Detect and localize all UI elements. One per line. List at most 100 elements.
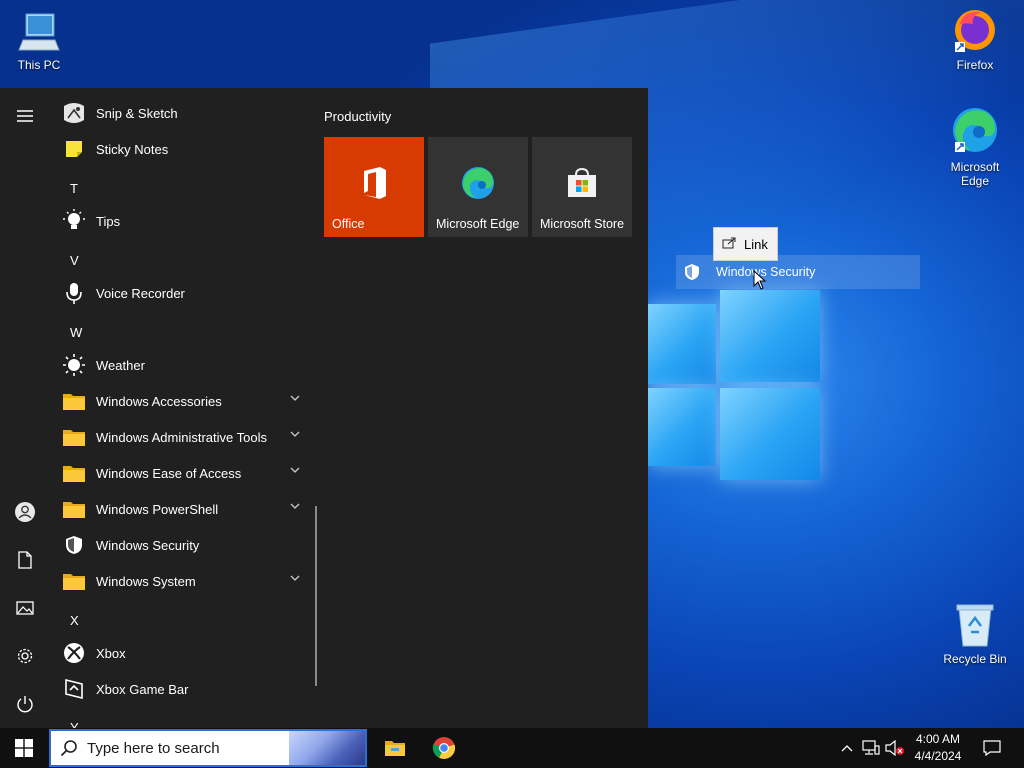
tiles-group-title[interactable]: Productivity — [324, 109, 391, 124]
section-letter-t[interactable]: T — [70, 181, 78, 196]
sticky-notes-icon — [62, 137, 86, 161]
snip-sketch-icon — [62, 101, 86, 125]
search-placeholder: Type here to search — [87, 739, 220, 757]
user-icon — [15, 502, 35, 522]
search-icon — [51, 739, 87, 757]
section-letter-w[interactable]: W — [70, 325, 82, 340]
xbox-game-bar-icon — [62, 677, 86, 701]
app-item-weather[interactable]: Weather — [62, 348, 312, 382]
desktop-icon-label: Firefox — [956, 58, 994, 72]
app-item-snip-sketch[interactable]: Snip & Sketch — [62, 96, 312, 130]
app-item-windows-security[interactable]: Windows Security — [62, 528, 312, 562]
power-button[interactable] — [0, 684, 50, 724]
desktop-icon-this-pc[interactable]: This PC — [3, 10, 75, 72]
tips-icon — [62, 209, 86, 233]
shield-icon — [62, 533, 86, 557]
edge-icon — [953, 108, 997, 152]
desktop-icon-recycle-bin[interactable]: Recycle Bin — [939, 602, 1011, 666]
app-item-windows-system[interactable]: Windows System — [62, 564, 312, 598]
app-item-sticky-notes[interactable]: Sticky Notes — [62, 132, 312, 166]
desktop-icon-label: This PC — [17, 58, 61, 72]
chevron-down-icon — [290, 575, 300, 581]
taskbar-chrome[interactable] — [420, 728, 468, 768]
desktop-icon-label: Microsoft Edge — [950, 160, 1000, 188]
start-menu-rail — [0, 88, 50, 728]
app-item-label: Windows Security — [96, 537, 200, 553]
chrome-icon — [432, 737, 456, 759]
folder-icon — [62, 569, 86, 593]
taskbar-clock[interactable]: 4:00 AM 4/4/2024 — [900, 731, 976, 765]
app-item-xbox[interactable]: Xbox — [62, 636, 312, 670]
notification-icon — [983, 740, 1001, 756]
section-letter-y[interactable]: Y — [70, 720, 79, 728]
file-explorer-icon — [385, 741, 405, 756]
app-item-windows-accessories[interactable]: Windows Accessories — [62, 384, 312, 418]
start-menu: Snip & Sketch Sticky Notes T Tips V Voic… — [0, 88, 648, 728]
settings-button[interactable] — [0, 636, 50, 676]
power-icon — [17, 696, 33, 713]
app-list: Snip & Sketch Sticky Notes T Tips V Voic… — [50, 88, 315, 728]
app-item-xbox-game-bar[interactable]: Xbox Game Bar — [62, 672, 312, 706]
pictures-button[interactable] — [0, 588, 50, 628]
app-item-label: Windows System — [96, 573, 196, 589]
folder-icon — [62, 461, 86, 485]
voice-recorder-icon — [62, 281, 86, 305]
app-item-label: Windows PowerShell — [96, 501, 219, 517]
app-item-label: Tips — [96, 213, 121, 229]
shortcut-link-icon — [722, 237, 736, 252]
weather-icon — [62, 353, 86, 377]
action-center-button[interactable] — [978, 728, 1006, 768]
user-account-button[interactable] — [0, 492, 50, 532]
app-item-label: Windows Ease of Access — [96, 465, 242, 481]
taskbar: Type here to search 4:00 AM 4/4/2024 — [0, 728, 1024, 768]
taskbar-search-box[interactable]: Type here to search — [49, 729, 367, 767]
tile-label: Office — [332, 217, 365, 231]
chevron-up-icon — [841, 745, 853, 752]
tile-label: Microsoft Edge — [436, 217, 520, 231]
folder-icon — [62, 497, 86, 521]
tile-label: Microsoft Store — [540, 217, 625, 231]
app-item-tips[interactable]: Tips — [62, 204, 312, 238]
computer-icon — [18, 13, 60, 51]
app-item-windows-administrative-tools[interactable]: Windows Administrative Tools — [62, 420, 312, 454]
mouse-cursor-icon — [753, 270, 767, 290]
tile-office[interactable]: Office — [324, 137, 424, 237]
store-icon — [568, 167, 596, 197]
show-hidden-icons-button[interactable] — [838, 728, 856, 768]
app-item-voice-recorder[interactable]: Voice Recorder — [62, 276, 312, 310]
folder-icon — [62, 389, 86, 413]
app-item-label: Snip & Sketch — [96, 105, 178, 121]
windows-logo-wallpaper — [648, 290, 824, 480]
app-item-label: Voice Recorder — [96, 285, 185, 301]
desktop-icon-edge[interactable]: Microsoft Edge — [939, 104, 1011, 188]
chevron-down-icon — [290, 395, 300, 401]
taskbar-file-explorer[interactable] — [371, 728, 419, 768]
expand-menu-button[interactable] — [0, 96, 50, 136]
folder-icon — [62, 425, 86, 449]
windows-logo-icon — [15, 739, 33, 757]
chevron-down-icon — [290, 503, 300, 509]
app-item-label: Xbox — [96, 645, 126, 661]
xbox-icon — [62, 641, 86, 665]
pictures-icon — [16, 601, 34, 615]
recycle-bin-icon — [956, 604, 994, 647]
search-highlight-art — [289, 731, 365, 765]
app-item-windows-powershell[interactable]: Windows PowerShell — [62, 492, 312, 526]
network-button[interactable] — [860, 728, 882, 768]
network-icon — [862, 740, 880, 755]
app-item-label: Windows Administrative Tools — [96, 429, 267, 445]
tile-microsoft-edge[interactable]: Microsoft Edge — [428, 137, 528, 237]
start-button[interactable] — [0, 728, 48, 768]
chevron-down-icon — [290, 467, 300, 473]
documents-button[interactable] — [0, 540, 50, 580]
section-letter-x[interactable]: X — [70, 613, 79, 628]
settings-icon — [17, 648, 33, 664]
app-item-label: Sticky Notes — [96, 141, 169, 157]
desktop-icon-firefox[interactable]: Firefox — [939, 6, 1011, 72]
app-item-windows-ease-of-access[interactable]: Windows Ease of Access — [62, 456, 312, 490]
link-tooltip-label: Link — [744, 236, 768, 252]
document-icon — [18, 551, 32, 569]
app-list-scrollbar[interactable] — [315, 506, 317, 686]
section-letter-v[interactable]: V — [70, 253, 79, 268]
tile-microsoft-store[interactable]: Microsoft Store — [532, 137, 632, 237]
